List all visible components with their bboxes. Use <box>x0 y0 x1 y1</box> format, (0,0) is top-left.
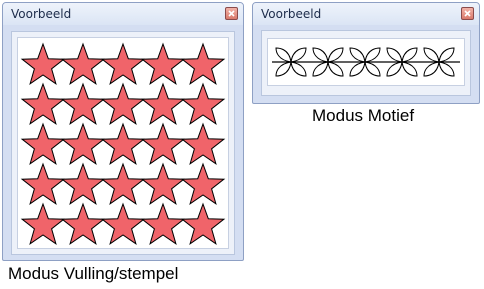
star-icon <box>140 162 186 205</box>
preview-canvas <box>267 38 465 86</box>
star-icon <box>140 202 186 245</box>
star-icon <box>140 42 186 85</box>
title-bar: Voorbeeld <box>253 3 479 25</box>
preview-window-fill: Voorbeeld <box>2 2 244 261</box>
motif-line <box>272 47 460 77</box>
star-icon <box>60 202 106 245</box>
window-title: Voorbeeld <box>11 7 72 21</box>
caption-motif-mode: Modus Motief <box>312 106 415 125</box>
star-icon <box>20 202 66 245</box>
star-icon <box>180 162 226 205</box>
star-icon <box>60 42 106 85</box>
star-grid <box>20 42 226 245</box>
star-icon <box>180 42 226 85</box>
close-icon[interactable] <box>461 7 474 20</box>
star-icon <box>20 162 66 205</box>
star-icon <box>100 42 146 85</box>
star-icon <box>20 42 66 85</box>
close-icon[interactable] <box>225 7 238 20</box>
star-icon <box>60 162 106 205</box>
window-title: Voorbeeld <box>261 7 322 21</box>
star-icon <box>100 162 146 205</box>
star-icon <box>60 82 106 125</box>
star-icon <box>140 122 186 165</box>
preview-frame <box>261 30 471 96</box>
star-icon <box>100 122 146 165</box>
star-icon <box>100 82 146 125</box>
star-icon <box>180 202 226 245</box>
star-icon <box>100 202 146 245</box>
caption-fill-mode: Modus Vulling/stempel <box>8 264 179 283</box>
star-icon <box>140 82 186 125</box>
star-icon <box>60 122 106 165</box>
preview-canvas <box>17 37 229 249</box>
star-icon <box>20 122 66 165</box>
star-icon <box>20 82 66 125</box>
title-bar: Voorbeeld <box>3 3 243 25</box>
preview-frame <box>11 31 235 255</box>
preview-window-motif: Voorbeeld <box>252 2 480 104</box>
star-icon <box>180 82 226 125</box>
star-icon <box>180 122 226 165</box>
